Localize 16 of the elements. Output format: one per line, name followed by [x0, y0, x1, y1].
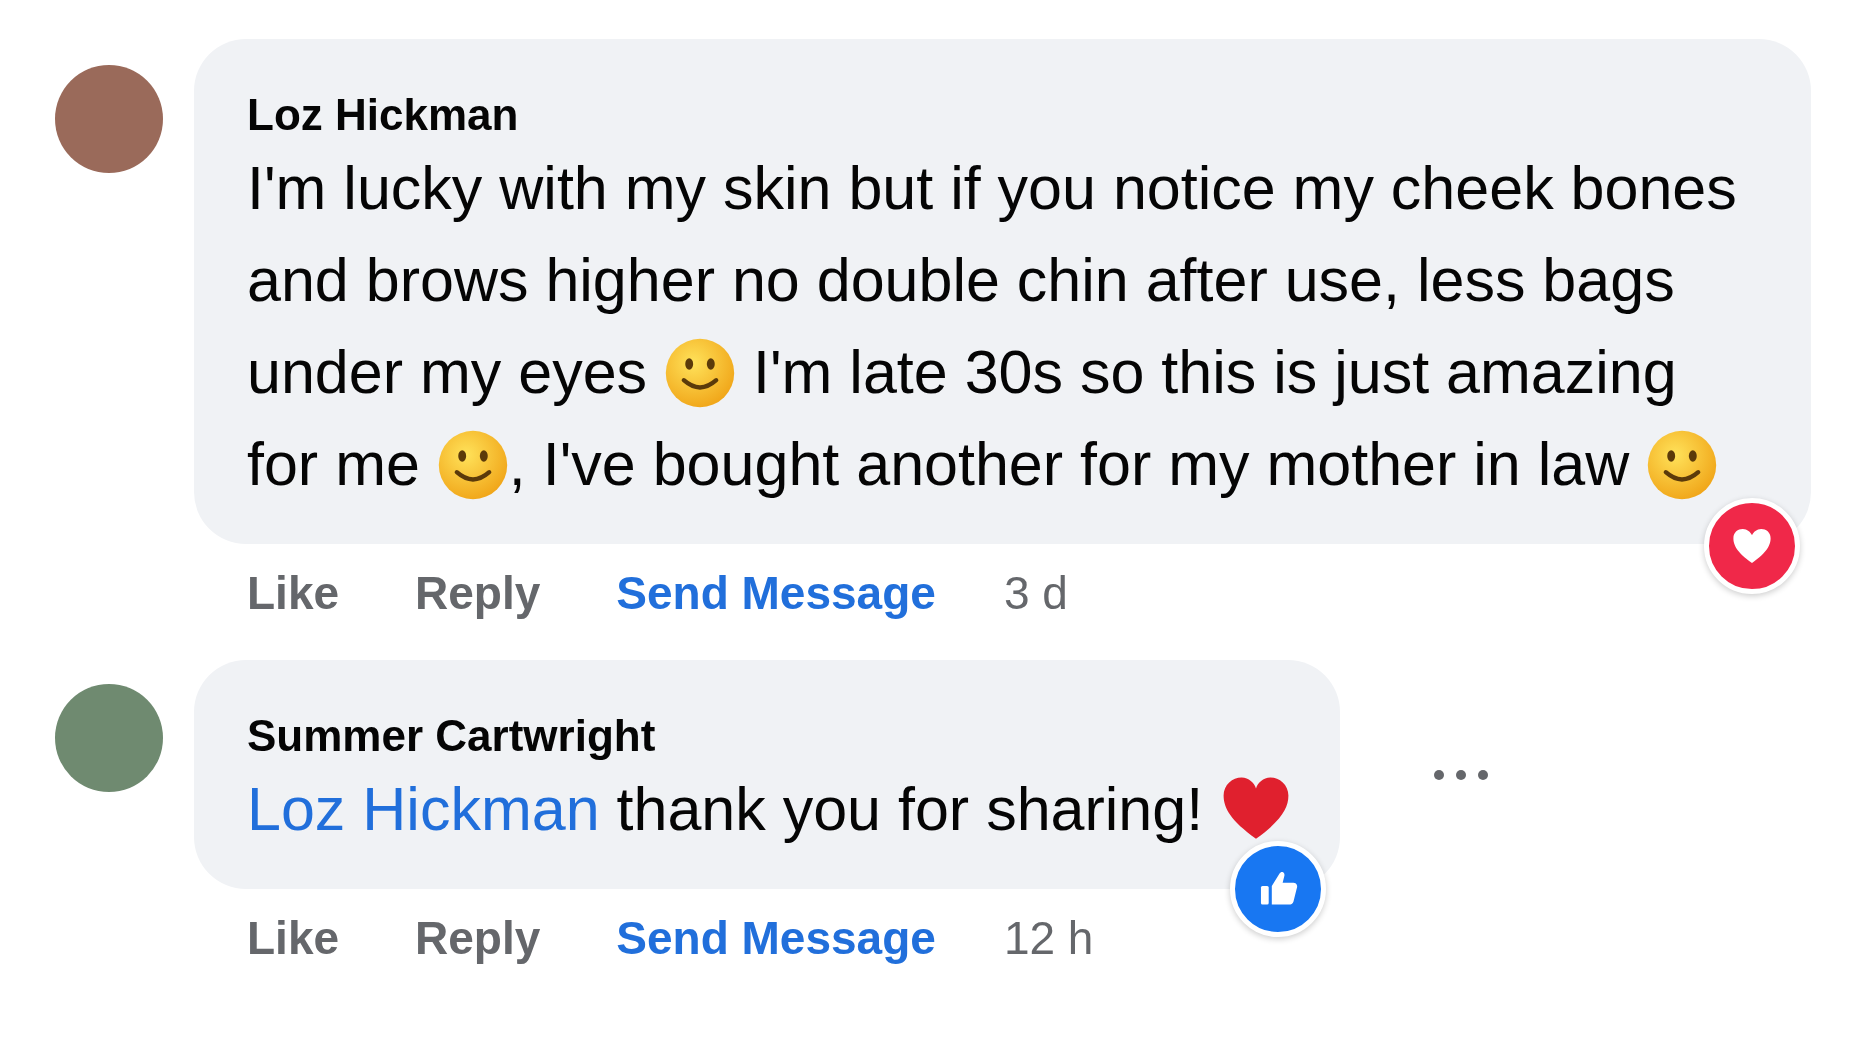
author-name[interactable]: Loz Hickman	[247, 87, 1763, 142]
send-message-link[interactable]: Send Message	[616, 566, 936, 620]
comment-action-link[interactable]: Reply	[415, 911, 541, 965]
comment-action-link[interactable]: Like	[247, 911, 340, 965]
author-name[interactable]: Summer Cartwright	[247, 708, 1293, 763]
comment-action-link[interactable]: Like	[247, 566, 340, 620]
smiley-icon	[664, 337, 737, 409]
comment-text: I'm lucky with my skin but if you notice my cheek bones and brows higher no double chin after use, less bags under my eyes I'm late 30s so this is just amazing for me , I've bought another for my mother in law	[247, 142, 1763, 510]
timestamp[interactable]: 3 d	[1003, 566, 1068, 620]
smiley-icon	[436, 429, 509, 501]
smiley-icon	[1646, 429, 1719, 501]
timestamp[interactable]: 12 h	[1003, 911, 1094, 965]
comment-action-link[interactable]: Reply	[415, 566, 541, 620]
comment-text: Loz Hickman thank you for sharing!	[247, 763, 1293, 855]
mention-link[interactable]: Loz Hickman	[247, 775, 600, 843]
send-message-link[interactable]: Send Message	[616, 911, 936, 965]
